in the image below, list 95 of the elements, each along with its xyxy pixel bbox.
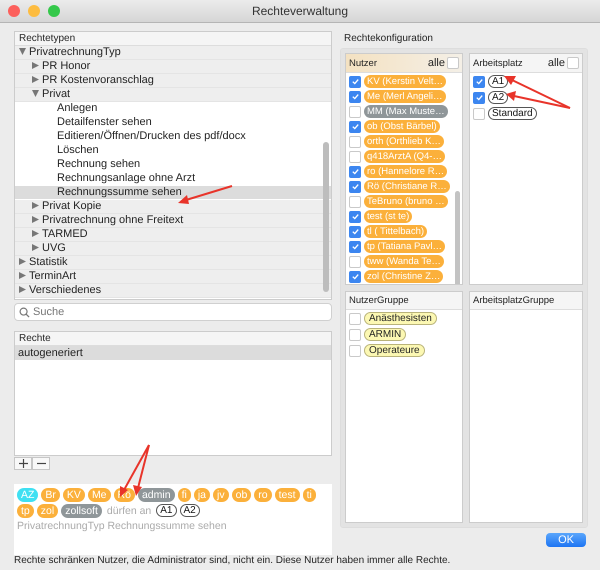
user-tag: zol	[36, 504, 58, 518]
column-header: Arbeitsplatz	[473, 58, 523, 68]
tree-item[interactable]: PrivatrechnungTyp	[15, 46, 331, 60]
tree-item[interactable]: Verschiedenes	[15, 284, 331, 298]
check-icon	[350, 272, 360, 281]
checkbox[interactable]	[567, 57, 579, 69]
tree-item[interactable]: Rechnungssumme sehen	[15, 186, 331, 200]
footer-text: Rechte schränken Nutzer, die Administrator sind, nicht ein. Diese Nutzer haben immer alle Rechte.	[13, 555, 452, 568]
user-tag: test	[274, 488, 300, 502]
user-tag: MM (Max Muste…	[364, 105, 448, 118]
user-tag: Me (Merl Angeli…	[364, 90, 446, 103]
tree-item[interactable]: Privat	[15, 88, 331, 102]
checkbox[interactable]	[349, 256, 361, 268]
checkbox[interactable]	[473, 92, 485, 104]
checkbox[interactable]	[473, 108, 485, 120]
tree-item[interactable]: Privatrechnung ohne Freitext	[15, 214, 331, 228]
summary-text: dürfen an	[106, 504, 152, 517]
all-label: alle	[548, 57, 565, 69]
window-title: Rechteverwaltung	[252, 4, 348, 18]
right-path-text: PrivatrechnungTyp Rechnungssumme sehen	[17, 520, 228, 532]
user-tag: ro (Hannelore R…	[364, 165, 448, 178]
column-header: Nutzer	[349, 58, 377, 68]
tree-item[interactable]: TerminArt	[15, 270, 331, 284]
user-tag: ja	[194, 488, 210, 502]
tree-item[interactable]: TARMED	[15, 228, 331, 242]
group-tag: Anästhesisten	[364, 312, 437, 325]
user-tag: ti	[302, 488, 316, 502]
tree-item[interactable]: PR Kostenvoranschlag	[15, 74, 331, 88]
user-tag: ro	[254, 488, 272, 502]
user-tag: test (st te)	[364, 210, 412, 223]
close-button[interactable]	[8, 5, 20, 17]
workstation-tag: A1	[488, 75, 508, 88]
checkbox[interactable]	[349, 312, 361, 324]
user-tag: fi	[178, 488, 191, 502]
user-tag: tww (Wanda Te…	[364, 255, 444, 268]
group-title: Rechtekonfiguration	[343, 32, 434, 46]
user-tag: AZ	[17, 488, 38, 502]
checkbox[interactable]	[349, 150, 361, 162]
tree-item[interactable]: UVG	[15, 242, 331, 256]
user-tag: admin	[138, 488, 175, 502]
user-tag: zol (Christine Z…	[364, 270, 444, 283]
user-tag: ob (Obst Bärbel)	[364, 120, 440, 133]
group-tag: Operateure	[364, 344, 425, 357]
search-field[interactable]: Suche	[14, 303, 332, 322]
add-button[interactable]	[14, 456, 32, 470]
scrollbar-thumb[interactable]	[455, 191, 460, 284]
tree-item[interactable]: Privat Kopie	[15, 200, 331, 214]
checkbox[interactable]	[349, 166, 361, 178]
checkbox[interactable]	[349, 196, 361, 208]
workstation-tag: A2	[180, 504, 200, 518]
search-icon	[19, 307, 30, 318]
checkbox[interactable]	[349, 226, 361, 238]
checkbox[interactable]	[349, 106, 361, 118]
user-tag: Br	[41, 488, 60, 502]
workstation-tag: Standard	[488, 107, 537, 120]
remove-button[interactable]	[32, 456, 50, 470]
list-item[interactable]: autogeneriert	[15, 346, 331, 360]
user-tag: Me	[88, 488, 111, 502]
checkbox[interactable]	[349, 210, 361, 222]
user-tag: KV	[62, 488, 85, 502]
checkbox[interactable]	[349, 120, 361, 132]
scrollbar-thumb[interactable]	[323, 142, 329, 292]
checkbox[interactable]	[349, 180, 361, 192]
workstation-tag: A2	[488, 91, 508, 104]
column-header: Rechte	[15, 332, 331, 346]
checkbox[interactable]	[349, 344, 361, 356]
checkbox[interactable]	[349, 240, 361, 252]
checkbox[interactable]	[349, 90, 361, 102]
column-header: NutzerGruppe	[349, 295, 409, 306]
checkbox[interactable]	[349, 270, 361, 282]
checkbox[interactable]	[473, 76, 485, 88]
checkbox[interactable]	[349, 76, 361, 88]
user-tag: zollsoft	[61, 504, 102, 518]
all-label: alle	[428, 57, 445, 69]
tree-item[interactable]: Statistik	[15, 256, 331, 270]
user-tag: orth (Orthlieb K…	[364, 135, 444, 148]
checkbox[interactable]	[447, 57, 459, 69]
column-header: Rechtetypen	[15, 32, 331, 46]
user-tag: Rö (Christiane R…	[364, 180, 450, 193]
checkbox[interactable]	[349, 136, 361, 148]
user-tag: tp	[17, 504, 34, 518]
user-tag: jv	[213, 488, 229, 502]
user-tag: TeBruno (bruno …	[364, 195, 448, 208]
user-tag: tl ( Tittelbach)	[364, 225, 428, 238]
plus-icon	[18, 458, 28, 468]
check-icon	[350, 122, 360, 131]
user-tag: KV (Kerstin Velt…	[364, 75, 446, 88]
tree-item[interactable]: PR Honor	[15, 60, 331, 74]
user-tag: tp (Tatiana Pavl…	[364, 240, 445, 253]
checkbox[interactable]	[349, 328, 361, 340]
workstation-tag: A1	[156, 504, 176, 518]
column-header: ArbeitsplatzGruppe	[473, 295, 554, 306]
group-tag: ARMIN	[364, 328, 406, 341]
user-tag: ob	[232, 488, 252, 502]
user-tag: q418ArztA (Q4-…	[364, 150, 445, 163]
